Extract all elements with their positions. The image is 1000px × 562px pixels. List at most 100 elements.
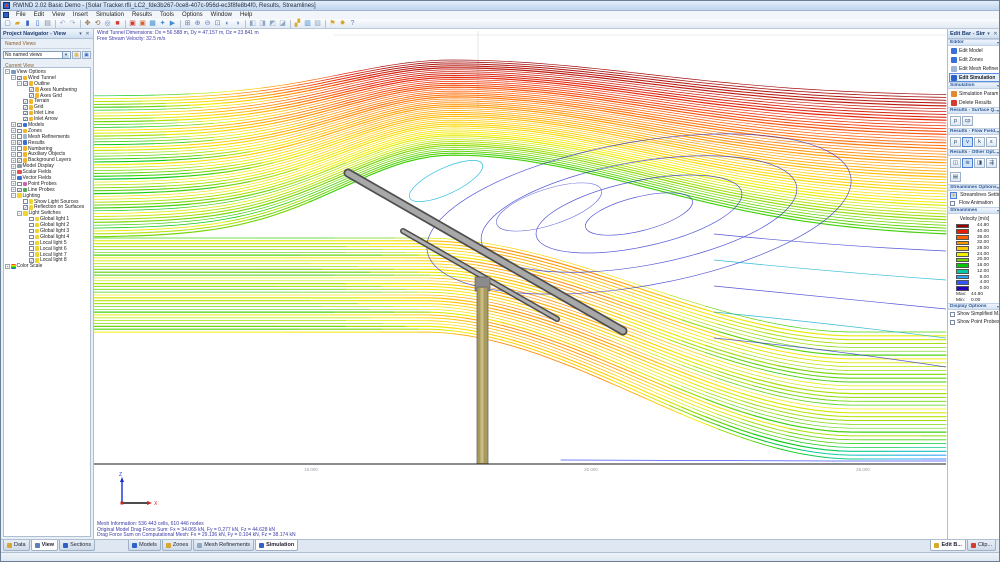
show-simplified-m-option[interactable]: Show Simplified M... (948, 310, 1000, 318)
expand-icon[interactable]: + (11, 164, 16, 169)
toolbar-button-edit-simulation[interactable]: ✦ (158, 19, 167, 28)
expand-icon[interactable]: + (11, 140, 16, 145)
toolbar-button-save[interactable]: ▮ (23, 19, 32, 28)
menu-item-options[interactable]: Options (178, 11, 207, 19)
show-simplified-m-checkbox[interactable] (950, 312, 955, 317)
title-bar[interactable]: RWIND 2.02 Basic Demo - [Solar Tracker.r… (1, 1, 1000, 11)
expand-icon[interactable]: + (11, 170, 16, 175)
toolbar-button-zoom-in[interactable]: ⊕ (193, 19, 202, 28)
flow-result-p-button[interactable]: p (950, 137, 961, 147)
tree-checkbox[interactable] (29, 246, 34, 251)
tab-clip[interactable]: Clip... (967, 540, 996, 551)
tree-checkbox[interactable] (17, 182, 22, 187)
other-result-button-1[interactable]: ◫ (950, 158, 961, 168)
tree-checkbox[interactable]: ✓ (17, 140, 22, 145)
flow-result-v-button[interactable]: v (962, 137, 973, 147)
toolbar-button-edit-mesh[interactable]: ▦ (148, 19, 157, 28)
tree-checkbox[interactable] (29, 235, 34, 240)
group-caption-results-surface[interactable]: Results - Surface Q...▾ (948, 107, 1000, 114)
toolbar-button-help[interactable]: ? (348, 19, 357, 28)
tree-item-color-scale[interactable]: +Color Scale (4, 263, 90, 269)
group-caption-streamlines[interactable]: Streamlines▾ (948, 207, 1000, 214)
toolbar-button-stop[interactable]: ■ (113, 19, 122, 28)
group-caption-editor[interactable]: Editor▾ (948, 39, 1000, 46)
toolbar-button-view-y[interactable]: ◨ (258, 19, 267, 28)
toolbar-button-edit-model[interactable]: ▣ (128, 19, 137, 28)
tab-edit-b[interactable]: Edit B... (930, 540, 965, 551)
tree-checkbox[interactable] (17, 134, 22, 139)
edit-bar-header[interactable]: Edit Bar - Simulation ▾ ✕ (948, 29, 1000, 39)
toolbar-button-zoom-window[interactable]: ⊞ (183, 19, 192, 28)
toolbar-button-color-scale[interactable]: ▥ (303, 19, 312, 28)
tree-checkbox[interactable]: ✓ (17, 76, 22, 81)
toolbar-button-render[interactable]: ✸ (338, 19, 347, 28)
show-point-probes-checkbox[interactable] (950, 320, 955, 325)
toolbar-button-save-as[interactable]: ▯ (33, 19, 42, 28)
toolbar-button-center[interactable]: ◎ (103, 19, 112, 28)
menu-item-help[interactable]: Help (236, 11, 256, 19)
tree-checkbox[interactable] (29, 252, 34, 257)
expand-icon[interactable]: + (11, 181, 16, 186)
tree-checkbox[interactable]: ✓ (17, 188, 22, 193)
menu-item-window[interactable]: Window (207, 11, 236, 19)
toolbar-button-background[interactable]: ▨ (313, 19, 322, 28)
toolbar-button-run-simulation[interactable]: ▶ (168, 19, 177, 28)
collapse-icon[interactable]: − (5, 69, 10, 74)
tree-checkbox[interactable]: ✓ (29, 93, 34, 98)
manage-views-button[interactable]: ▣ (82, 51, 91, 59)
other-result-button-3[interactable]: ◨ (974, 158, 985, 168)
expand-icon[interactable]: + (11, 128, 16, 133)
tree-checkbox[interactable]: ✓ (23, 105, 28, 110)
pin-icon[interactable]: ▾ (77, 31, 84, 37)
expand-icon[interactable]: + (11, 152, 16, 157)
other-result-button-4[interactable]: ⇶ (986, 158, 997, 168)
tree-checkbox[interactable] (29, 241, 34, 246)
other-result-button-5[interactable]: ▤ (950, 172, 961, 182)
tree-checkbox[interactable]: ✓ (17, 123, 22, 128)
tree-checkbox[interactable]: ✓ (23, 99, 28, 104)
close-icon[interactable]: ✕ (84, 31, 91, 37)
tree-checkbox[interactable]: ✓ (23, 117, 28, 122)
group-caption-results-other[interactable]: Results - Other Opt...▾ (948, 149, 1000, 156)
toolbar-button-undo[interactable]: ↶ (58, 19, 67, 28)
tree-checkbox[interactable] (17, 146, 22, 151)
tree-checkbox[interactable] (17, 152, 22, 157)
tab-models[interactable]: Models (128, 540, 161, 551)
tab-simulation[interactable]: Simulation (255, 540, 298, 551)
edit-simulation-button[interactable]: Edit Simulation (949, 73, 1000, 82)
menu-item-results[interactable]: Results (128, 11, 156, 19)
group-caption-results-flow-field[interactable]: Results - Flow Field...▾ (948, 128, 1000, 135)
tree-checkbox[interactable]: ✓ (29, 87, 34, 92)
toolbar-button-zoom-out[interactable]: ⊖ (203, 19, 212, 28)
toolbar-button-isometric-view[interactable]: ◪ (278, 19, 287, 28)
toolbar-button-new-file[interactable]: ▢ (3, 19, 12, 28)
pin-icon[interactable]: ▾ (985, 31, 992, 37)
group-caption-simulation[interactable]: Simulation▾ (948, 82, 1000, 89)
expand-icon[interactable]: + (11, 187, 16, 192)
menu-item-view[interactable]: View (48, 11, 69, 19)
flow-animation-checkbox[interactable] (950, 201, 955, 206)
show-point-probes-option[interactable]: Show Point Probes (948, 318, 1000, 326)
toolbar-button-orbit[interactable]: ⟲ (93, 19, 102, 28)
tab-zones[interactable]: Zones (162, 540, 192, 551)
surface-result-p-button[interactable]: p (950, 116, 961, 126)
expand-icon[interactable]: + (11, 175, 16, 180)
tree-checkbox[interactable] (23, 199, 28, 204)
toolbar-button-previous-view[interactable]: ◐ (223, 19, 232, 28)
streamlines-settings-option[interactable]: ✳Streamlines Settings (948, 191, 1000, 199)
expand-icon[interactable]: + (11, 146, 16, 151)
flow-result-k-button[interactable]: k (974, 137, 985, 147)
tree-checkbox[interactable] (17, 129, 22, 134)
toolbar-button-open-file[interactable]: ▰ (13, 19, 22, 28)
surface-result-cp-button[interactable]: cp (962, 116, 973, 126)
toolbar-button-view-x[interactable]: ◧ (248, 19, 257, 28)
tab-view[interactable]: View (31, 540, 58, 551)
toolbar-button-redo[interactable]: ↷ (68, 19, 77, 28)
toolbar-button-edit-zones[interactable]: ▣ (138, 19, 147, 28)
tree-checkbox[interactable] (29, 229, 34, 234)
menu-item-file[interactable]: File (12, 11, 30, 19)
tab-data[interactable]: Data (3, 540, 30, 551)
tree-checkbox[interactable]: ✓ (23, 111, 28, 116)
save-view-button[interactable]: ▦ (72, 51, 81, 59)
toolbar-button-next-view[interactable]: ◑ (233, 19, 242, 28)
